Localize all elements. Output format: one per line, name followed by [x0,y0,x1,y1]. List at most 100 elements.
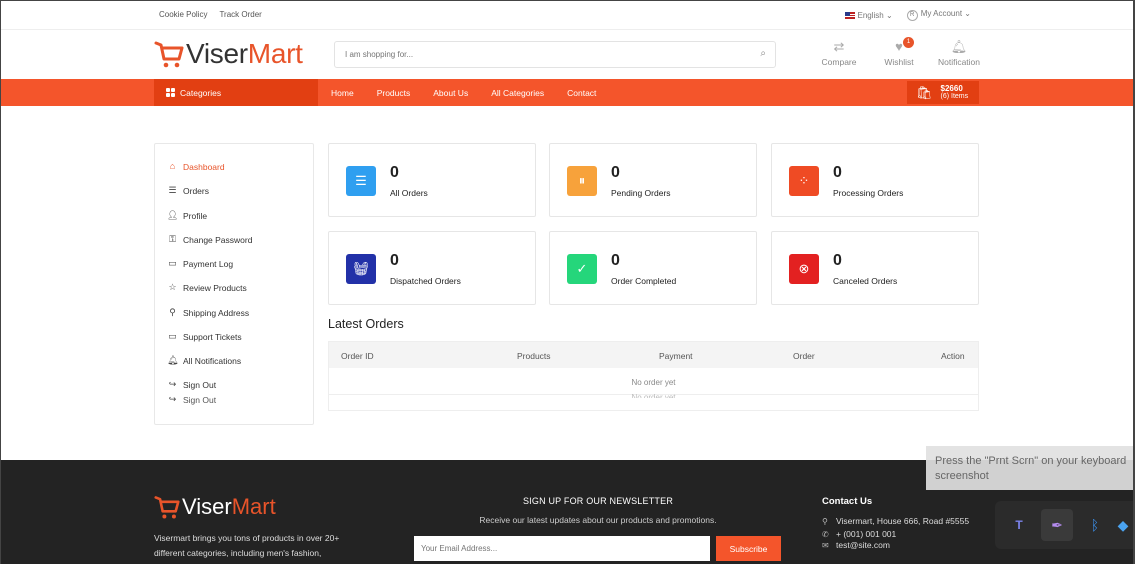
sidebar-item-label: Profile [183,210,208,221]
sidebar-item-payment-log[interactable]: ▭ Payment Log [167,258,233,269]
stat-card-all-orders[interactable]: ☰ 0 All Orders [328,143,536,217]
column-action: Action [941,351,965,361]
stat-value: 0 [390,164,399,181]
home-icon: ⌂ [169,161,176,171]
mail-icon: ✉ [822,540,829,550]
my-account-menu[interactable]: R My Account ⌄ [906,9,971,21]
sidebar-item-label: Orders [183,185,209,196]
cookie-policy-link[interactable]: Cookie Policy [159,10,207,19]
shield-icon[interactable]: ◆ [1117,509,1129,541]
chevron-down-icon: ⌄ [964,9,971,18]
teams-icon[interactable]: T [1003,509,1035,541]
ticket-icon: ▭ [168,331,177,341]
footer-brand-name-accent: Mart [231,494,276,519]
brand-name: Viser [186,38,248,69]
pause-icon: ⏸︎ [567,166,597,196]
notification-label: Notification [937,57,981,67]
contact-title: Contact Us [822,496,873,507]
stat-label: Dispatched Orders [390,276,461,286]
sidebar-item-label: Support Tickets [183,331,242,342]
empty-orders-message-duplicate: No order yet [631,393,676,398]
sidebar-item-label: Dashboard [183,161,225,172]
track-order-link[interactable]: Track Order [219,10,261,19]
stat-card-dispatched-orders[interactable]: 🧺︎ 0 Dispatched Orders [328,231,536,305]
search-bar: ⌕ [334,41,776,68]
orders-table: Order ID Products Payment Order Action N… [328,341,979,411]
sidebar-item-sign-out-duplicate[interactable]: ↪ Sign Out [167,394,216,405]
sidebar-item-sign-out[interactable]: ↪ Sign Out [167,379,216,390]
sidebar-item-shipping-address[interactable]: ⚲ Shipping Address [167,307,249,318]
notification-button[interactable]: 🔔︎ Notification [929,39,989,67]
newsletter-title: SIGN UP FOR OUR NEWSLETTER [522,496,674,506]
stat-value: 0 [833,164,842,181]
empty-orders-message: No order yet [631,378,676,387]
wallet-icon: ▭ [168,258,177,268]
page: Cookie Policy Track Order English ⌄ R My … [0,0,1135,564]
column-order-id: Order ID [341,351,374,361]
sidebar-item-support-tickets[interactable]: ▭ Support Tickets [167,331,242,342]
footer-logo[interactable]: ViserMart [154,494,276,520]
nav-about-us[interactable]: About Us [433,88,468,98]
column-payment: Payment [659,351,693,361]
phone-icon: ✆ [822,529,829,539]
map-pin-icon: ⚲ [169,307,176,317]
footer-description: Visermart brings you tons of products in… [154,533,340,558]
bell-icon: 🔔︎ [167,355,179,365]
search-icon[interactable]: ⌕ [760,48,766,59]
categories-button[interactable]: Categories [154,79,318,106]
contact-email[interactable]: ✉ test@site.com [822,540,890,550]
shopping-bag-icon: 🛍︎ [916,84,933,100]
logo[interactable]: ViserMart [154,38,303,70]
compare-icon: ⇄ [833,39,845,54]
check-icon: ✓ [567,254,597,284]
sidebar-item-label: Change Password [183,234,253,245]
key-icon: ⚿ [169,234,176,244]
toast-line-1: Press the "Prnt Scrn" on your keyboard [935,455,1127,467]
sidebar-item-all-notifications[interactable]: 🔔︎ All Notifications [167,355,241,366]
footer-brand-name: Viser [182,494,232,519]
stat-card-canceled-orders[interactable]: ⊗ 0 Canceled Orders [771,231,979,305]
sidebar-item-label: Payment Log [183,258,234,269]
list-icon: ☰ [346,166,376,196]
sidebar-item-review-products[interactable]: ☆ Review Products [167,282,246,293]
stat-card-pending-orders[interactable]: ⏸︎ 0 Pending Orders [549,143,757,217]
stat-label: Order Completed [611,276,677,286]
bell-icon: 🔔︎ [950,39,968,54]
heart-icon: ♥ [895,39,903,54]
system-tray-flyout: T ✒ ᛒ ◆ [995,501,1133,549]
table-header: Order ID Products Payment Order Action [329,342,978,368]
bluetooth-icon[interactable]: ᛒ [1079,509,1111,541]
cart-button[interactable]: 🛍︎ $2660 (6) Items [907,81,979,104]
nav-products[interactable]: Products [377,88,411,98]
sidebar-item-dashboard[interactable]: ⌂ Dashboard [167,161,225,172]
sidebar-item-label: Shipping Address [183,307,250,318]
compare-button[interactable]: ⇄ Compare [809,39,869,67]
nav-all-categories[interactable]: All Categories [491,88,544,98]
language-select[interactable]: English ⌄ [844,11,893,20]
stat-card-processing-orders[interactable]: ⁘ 0 Processing Orders [771,143,979,217]
contact-phone-text: + (001) 001 001 [836,529,897,539]
spinner-icon: ⁘ [789,166,819,196]
search-input[interactable] [335,42,735,67]
newsletter-email-input[interactable] [414,536,710,561]
subscribe-button[interactable]: Subscribe [716,536,781,561]
nav-home[interactable]: Home [331,88,354,98]
sign-out-icon: ↪ [168,394,177,404]
cart-logo-icon [154,496,180,519]
sidebar-item-label: All Notifications [183,355,242,366]
feather-icon[interactable]: ✒ [1041,509,1073,541]
stat-value: 0 [611,252,620,269]
screenshot-toast[interactable]: Press the "Prnt Scrn" on your keyboard s… [926,446,1133,490]
basket-icon: 🧺︎ [346,254,376,284]
top-bar: Cookie Policy Track Order English ⌄ R My … [1,1,1133,30]
contact-email-text: test@site.com [836,540,890,550]
sign-out-icon: ↪ [168,379,177,389]
grid-icon [166,88,175,97]
cart-logo-icon [154,41,184,68]
stat-card-order-completed[interactable]: ✓ 0 Order Completed [549,231,757,305]
sidebar-item-profile[interactable]: 👤︎ Profile [167,210,207,221]
sidebar-item-orders[interactable]: ☰ Orders [167,185,209,196]
nav-contact[interactable]: Contact [567,88,596,98]
sidebar-item-change-password[interactable]: ⚿ Change Password [167,234,252,245]
wishlist-button[interactable]: ♥ 1 Wishlist [869,37,929,67]
